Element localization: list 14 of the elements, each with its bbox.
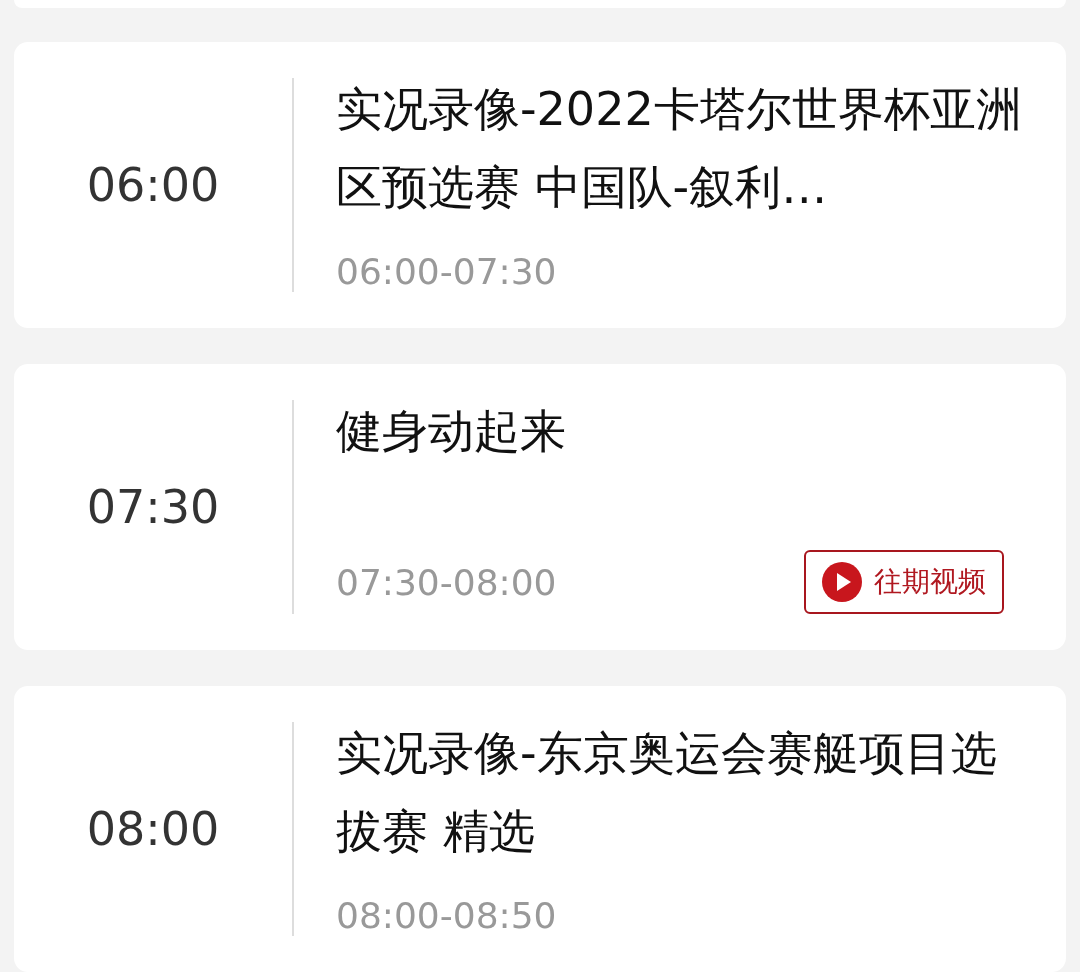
program-title: 实况录像-2022卡塔尔世界杯亚洲区预选赛 中国队-叙利… (336, 81, 1023, 216)
program-time: 07:30 (85, 479, 221, 536)
program-title: 实况录像-东京奥运会赛艇项目选拔赛 精选 (336, 725, 998, 860)
program-title: 健身动起来 (336, 403, 567, 460)
time-range: 08:00-08:50 (336, 895, 557, 936)
replay-button[interactable]: 往期视频 (804, 550, 1004, 614)
program-time: 06:00 (85, 157, 221, 214)
time-range: 06:00-07:30 (336, 251, 557, 292)
program-card[interactable]: 07:30 健身动起来 07:30-08:00 往期视频 (14, 364, 1066, 650)
program-card[interactable]: 06:00 实况录像-2022卡塔尔世界杯亚洲区预选赛 中国队-叙利… 06:00-07:30 (14, 42, 1066, 328)
time-range: 07:30-08:00 (336, 561, 557, 603)
program-card[interactable]: 08:00 实况录像-东京奥运会赛艇项目选拔赛 精选 08:00-08:50 (14, 686, 1066, 972)
play-icon (822, 562, 862, 602)
program-time: 08:00 (85, 801, 221, 858)
